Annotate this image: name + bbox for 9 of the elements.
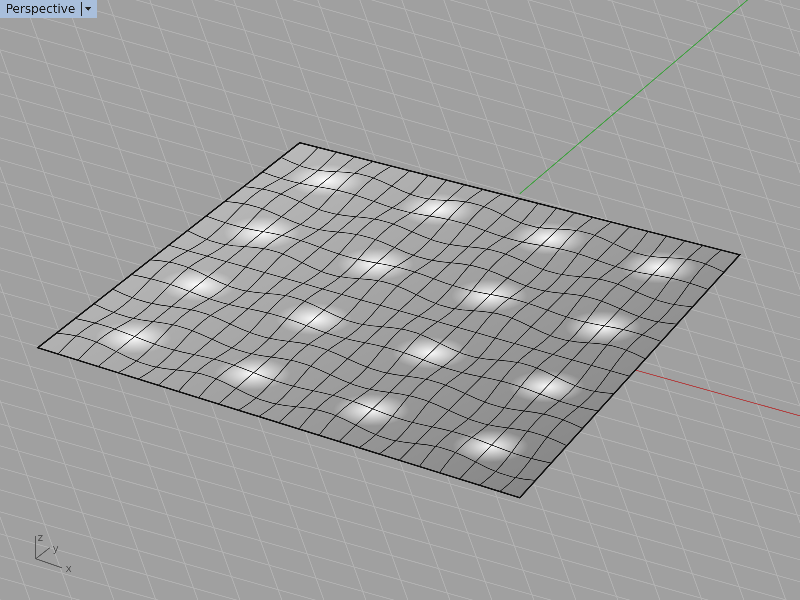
perspective-viewport[interactable]: Perspective z y x: [0, 0, 800, 600]
axis-triad-icon: [36, 536, 62, 568]
wavy-surface-drawing[interactable]: [36, 142, 742, 499]
dropdown-caret-icon[interactable]: [80, 1, 92, 17]
axis-label: z: [38, 533, 44, 544]
axis-label: y: [53, 544, 59, 555]
viewport-title-tab[interactable]: Perspective: [0, 0, 96, 18]
viewport-title: Perspective: [6, 2, 76, 16]
axis-label: x: [66, 564, 72, 575]
